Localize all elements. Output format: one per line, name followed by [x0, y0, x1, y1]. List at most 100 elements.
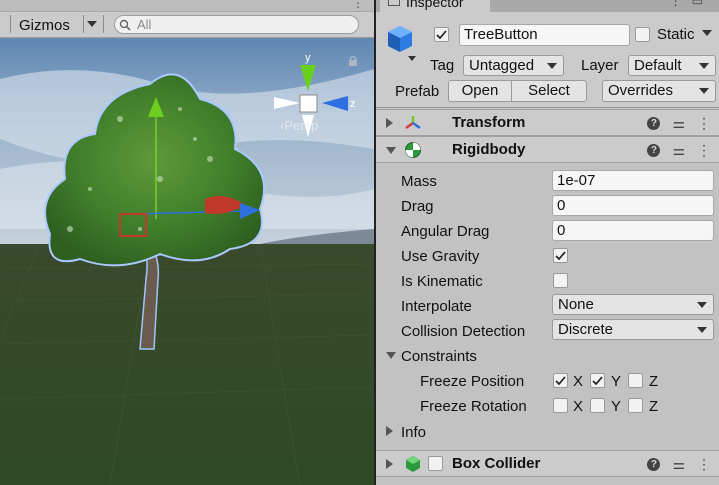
layer-value: Default	[634, 57, 682, 74]
prefab-open-button[interactable]: Open	[448, 80, 512, 102]
freeze-position-x-checkbox[interactable]	[553, 373, 568, 388]
use-gravity-label: Use Gravity	[401, 248, 480, 265]
scene-search-input[interactable]: All	[114, 15, 359, 34]
tag-dropdown[interactable]: Untagged	[463, 55, 564, 76]
inspector-tab-label: Inspector	[406, 0, 464, 10]
inspector-tab-bar: Inspector ⋮▭	[376, 0, 719, 12]
freeze-rotation-y-checkbox[interactable]	[590, 398, 605, 413]
collision-detection-dropdown[interactable]: Discrete	[552, 319, 714, 340]
static-dropdown-arrow-icon[interactable]	[702, 30, 712, 36]
layer-label: Layer	[581, 57, 619, 74]
component-menu-icon[interactable]: ⋮	[697, 142, 711, 159]
chevron-down-icon	[547, 63, 557, 69]
toolbar-divider	[103, 15, 104, 33]
component-menu-icon[interactable]: ⋮	[697, 456, 711, 473]
scene-view-panel: ⋮ Gizmos All y z ‹Persp	[0, 0, 374, 485]
interpolate-dropdown[interactable]: None	[552, 294, 714, 315]
chevron-down-icon	[699, 88, 709, 94]
prefab-label: Prefab	[395, 83, 440, 100]
angular-drag-field[interactable]: 0	[552, 220, 714, 241]
transform-component-header[interactable]: Transform ? ⚌ ⋮	[376, 109, 719, 136]
transform-title: Transform	[452, 114, 526, 131]
is-kinematic-checkbox[interactable]	[553, 273, 568, 288]
tab-inspector[interactable]: Inspector	[380, 0, 490, 12]
presets-icon[interactable]: ⚌	[672, 115, 685, 132]
chevron-down-icon	[699, 63, 709, 69]
freeze-rotation-z-checkbox[interactable]	[628, 398, 643, 413]
lock-icon[interactable]	[348, 55, 358, 67]
prefab-select-button[interactable]: Select	[511, 80, 587, 102]
freeze-rotation-label: Freeze Rotation	[420, 398, 527, 415]
drag-field[interactable]: 0	[552, 195, 714, 216]
interpolate-value: None	[558, 296, 594, 313]
freeze-rotation-z-label: Z	[649, 398, 659, 415]
toolbar-divider	[10, 15, 11, 33]
chevron-down-icon	[697, 302, 707, 308]
use-gravity-checkbox[interactable]	[553, 248, 568, 263]
freeze-position-label: Freeze Position	[420, 373, 525, 390]
rigidbody-icon	[405, 142, 421, 158]
component-menu-icon[interactable]: ⋮	[697, 115, 711, 132]
tag-value: Untagged	[469, 57, 535, 74]
info-label[interactable]: Info	[401, 424, 426, 441]
rigidbody-title: Rigidbody	[452, 141, 526, 158]
inspector-menu-icon[interactable]: ⋮▭	[670, 0, 713, 8]
is-kinematic-label: Is Kinematic	[401, 273, 483, 290]
svg-text:y: y	[305, 52, 311, 64]
overrides-label: Overrides	[608, 82, 674, 99]
search-placeholder: All	[137, 17, 152, 32]
box-collider-enabled-checkbox[interactable]	[428, 456, 443, 471]
collision-detection-label: Collision Detection	[401, 323, 526, 340]
presets-icon[interactable]: ⚌	[672, 456, 685, 473]
presets-icon[interactable]: ⚌	[672, 142, 685, 159]
box-collider-component-header[interactable]: Box Collider ? ⚌ ⋮	[376, 450, 719, 477]
freeze-position-z-checkbox[interactable]	[628, 373, 643, 388]
freeze-rotation-y-label: Y	[611, 398, 622, 415]
scene-viewport[interactable]: y z	[0, 39, 374, 485]
help-icon[interactable]: ?	[647, 144, 661, 157]
info-fold-icon[interactable]	[386, 426, 393, 436]
chevron-down-icon	[697, 327, 707, 333]
inspector-tab-icon	[388, 0, 400, 6]
overrides-dropdown[interactable]: Overrides	[602, 80, 716, 102]
constraints-label[interactable]: Constraints	[401, 348, 477, 365]
fold-right-icon[interactable]	[386, 459, 393, 469]
box-collider-icon	[406, 456, 420, 472]
gameobject-cube-icon	[388, 26, 416, 61]
freeze-position-y-checkbox[interactable]	[590, 373, 605, 388]
object-name-field[interactable]: TreeButton	[459, 24, 630, 46]
interpolate-label: Interpolate	[401, 298, 472, 315]
mass-field[interactable]: 1e-07	[552, 170, 714, 191]
drag-label: Drag	[401, 198, 434, 215]
scene-menu-icon[interactable]: ⋮	[352, 0, 364, 10]
active-checkbox[interactable]	[434, 27, 449, 42]
object-header: TreeButton Static Tag Untagged Layer Def…	[376, 12, 719, 108]
svg-text:z: z	[350, 98, 356, 110]
static-label: Static	[657, 26, 695, 43]
rigidbody-component-header[interactable]: Rigidbody ? ⚌ ⋮	[376, 136, 719, 163]
mass-label: Mass	[401, 173, 437, 190]
static-checkbox[interactable]	[635, 27, 650, 42]
freeze-position-x-label: X	[573, 373, 584, 390]
angular-drag-label: Angular Drag	[401, 223, 490, 240]
scene-toolbar: Gizmos All	[0, 12, 374, 38]
tag-label: Tag	[430, 57, 455, 74]
layer-dropdown[interactable]: Default	[628, 55, 716, 76]
box-collider-title: Box Collider	[452, 455, 541, 472]
inspector-panel: Inspector ⋮▭ TreeButton Static Tag Untag…	[374, 0, 719, 485]
freeze-rotation-x-checkbox[interactable]	[553, 398, 568, 413]
search-icon	[119, 19, 131, 31]
collision-detection-value: Discrete	[558, 321, 614, 338]
freeze-position-z-label: Z	[649, 373, 659, 390]
persp-label[interactable]: ‹Persp	[280, 118, 318, 133]
freeze-position-y-label: Y	[611, 373, 622, 390]
gizmos-dropdown-arrow-icon[interactable]	[84, 15, 100, 33]
freeze-rotation-x-label: X	[573, 398, 584, 415]
help-icon[interactable]: ?	[647, 117, 661, 130]
constraints-fold-icon[interactable]	[386, 352, 396, 359]
fold-down-icon[interactable]	[386, 147, 396, 154]
help-icon[interactable]: ?	[647, 458, 661, 471]
fold-right-icon[interactable]	[386, 118, 393, 128]
transform-icon	[405, 116, 421, 130]
scene-tab-strip: ⋮	[0, 0, 374, 12]
